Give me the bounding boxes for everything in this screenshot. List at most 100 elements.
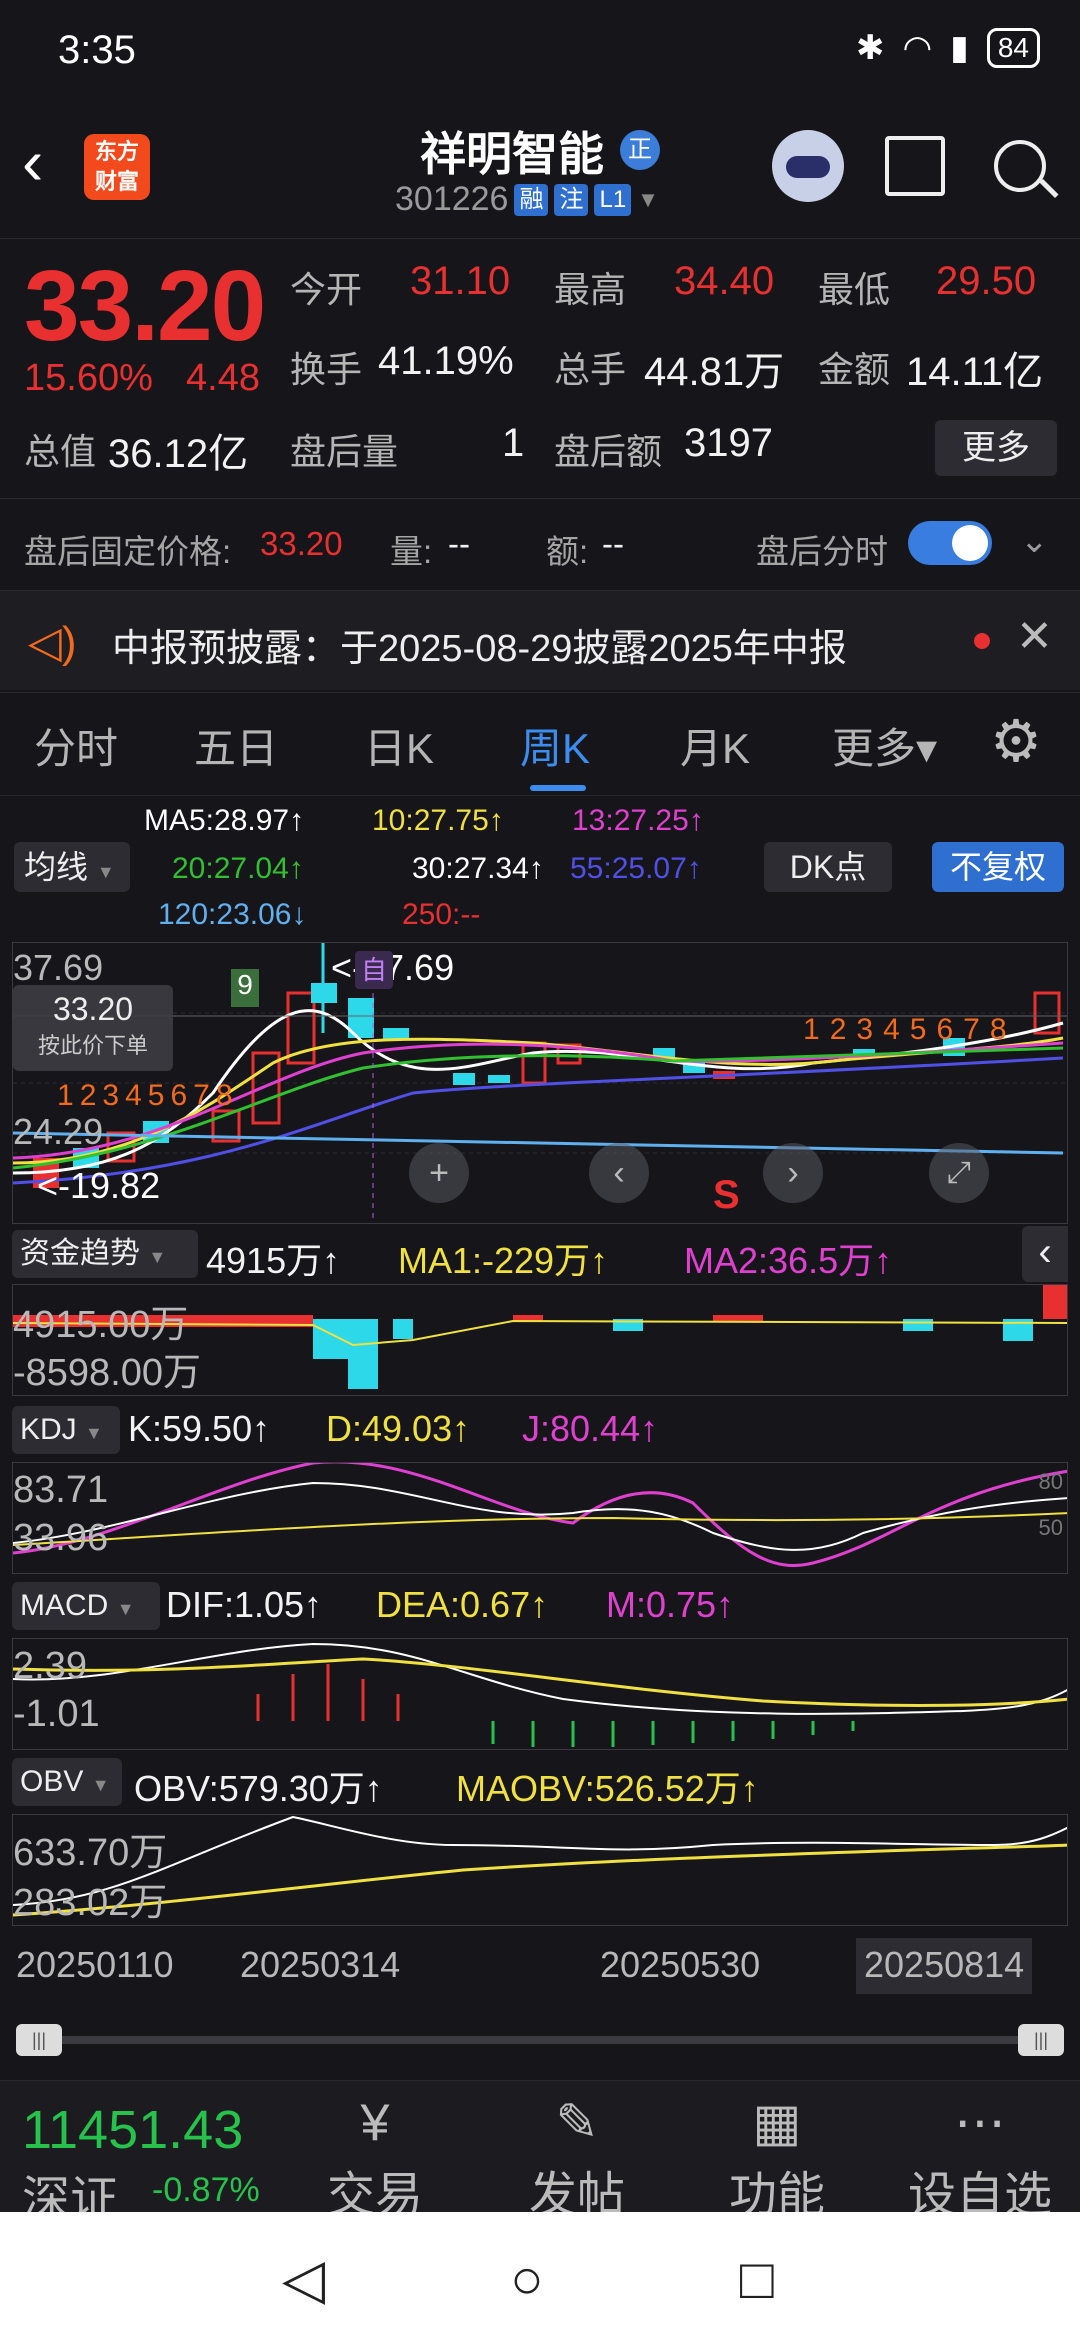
stock-code-row[interactable]: 301226 融 注 L1 ▼	[395, 180, 659, 219]
stock-name: 祥明智能	[420, 128, 604, 180]
no-adjust-button[interactable]: 不复权	[932, 842, 1064, 892]
after-timeshare-toggle[interactable]	[908, 521, 992, 565]
nav-trade[interactable]: ¥ 交易	[310, 2093, 440, 2225]
macd-m: M:0.75↑	[606, 1584, 735, 1625]
scroll-right-icon[interactable]: ›	[763, 1143, 823, 1203]
fund-bar	[348, 1319, 378, 1389]
ma120-line	[13, 1131, 1064, 1155]
ma250-value: 250:--	[402, 898, 481, 931]
expand-chevron-icon[interactable]: ⌄	[1020, 521, 1049, 561]
macd-top-value: 2.39	[13, 1645, 87, 1687]
home-circle-icon[interactable]: ○	[510, 2246, 544, 2311]
tab-five-day[interactable]: 五日	[194, 715, 278, 776]
scroll-left-icon[interactable]: ‹	[589, 1143, 649, 1203]
fund-bar	[903, 1319, 933, 1331]
macd-dif-line	[13, 1642, 1067, 1715]
tab-daily-k[interactable]: 日K	[364, 715, 434, 776]
td-nine-marker: 9	[231, 969, 259, 1007]
fund-trend-chart[interactable]: 4915.00万 -8598.00万	[12, 1284, 1068, 1396]
more-dots-icon: ⋯	[954, 2094, 1006, 2152]
stock-header: ‹ 东方 财富 祥明智能 正 301226 融 注 L1 ▼	[0, 100, 1080, 238]
fund-top-value: 4915.00万	[13, 1304, 189, 1346]
fund-ma1: MA1:-229万↑	[398, 1240, 609, 1281]
after-volume-value: 1	[502, 421, 525, 465]
low-value: 29.50	[936, 259, 1037, 303]
range-slider[interactable]: ||| |||	[16, 2022, 1064, 2058]
macd-button[interactable]: MACD ▼	[12, 1582, 160, 1630]
ma-legend: MA5:28.97↑ 10:27.75↑ 13:27.25↑ 均线 ▼ 20:2…	[0, 796, 1080, 942]
slider-right-handle[interactable]: |||	[1018, 2024, 1064, 2056]
mktcap-value: 36.12亿	[108, 432, 249, 476]
obv-header: OBV ▼ OBV:579.30万↑ MAOBV:526.52万↑	[12, 1752, 1068, 1810]
macd-dif: DIF:1.05↑	[166, 1584, 323, 1625]
zoom-in-icon[interactable]: +	[409, 1143, 469, 1203]
nav-add-watchlist[interactable]: ⋯ 设自选	[900, 2093, 1060, 2225]
dk-point-button[interactable]: DK点	[764, 842, 892, 892]
index-value: 11451.43	[22, 2100, 244, 2160]
kdj-k: K:59.50↑	[128, 1408, 271, 1449]
date-label: 20250530	[600, 1944, 761, 1985]
macd-dea-line	[13, 1657, 1067, 1707]
nav-post[interactable]: ✎ 发帖	[512, 2093, 642, 2225]
positive-badge: 正	[620, 130, 660, 170]
back-triangle-icon[interactable]: ◁	[282, 2246, 325, 2312]
fund-ma2: MA2:36.5万↑	[684, 1240, 893, 1281]
tab-more[interactable]: 更多▾	[832, 715, 937, 776]
macd-bottom-value: -1.01	[13, 1693, 100, 1735]
obv-button[interactable]: OBV ▼	[12, 1758, 122, 1806]
fullscreen-icon[interactable]: ⤢	[929, 1143, 989, 1203]
change-amount: 4.48	[186, 357, 260, 399]
macd-chart[interactable]: 2.39 -1.01	[12, 1638, 1068, 1750]
fund-trend-button[interactable]: 资金趋势 ▼	[12, 1230, 198, 1278]
nav-functions[interactable]: ▦ 功能	[712, 2093, 842, 2225]
fixed-price-label: 盘后固定价格:	[24, 533, 232, 570]
kdj-chart[interactable]: 83.71 33.96 80 50	[12, 1462, 1068, 1574]
eastmoney-logo[interactable]: 东方 财富	[84, 134, 150, 200]
stock-code: 301226	[395, 180, 509, 218]
ma13-value: 13:27.25↑	[572, 804, 704, 837]
notice-banner[interactable]: ◁) 中报预披露：于2025-08-29披露2025年中报 ✕	[0, 590, 1080, 690]
ma-selector-button[interactable]: 均线 ▼	[14, 842, 130, 892]
tab-timeshare[interactable]: 分时	[34, 715, 118, 776]
tab-weekly-k[interactable]: 周K	[520, 715, 590, 776]
trade-icon: ¥	[360, 2094, 390, 2152]
notice-text[interactable]: 中报预披露：于2025-08-29披露2025年中报	[112, 617, 847, 672]
robot-assistant-icon[interactable]	[772, 130, 844, 202]
ma55-line	[13, 1056, 1064, 1185]
kdj-d: D:49.03↑	[326, 1408, 471, 1449]
self-select-marker[interactable]: 自	[355, 951, 393, 989]
volume-label: 总手	[554, 349, 627, 390]
fund-value: 4915万↑	[206, 1240, 341, 1281]
kline-low-marker: <-19.82	[37, 1165, 161, 1206]
close-icon[interactable]: ✕	[1016, 611, 1053, 662]
kdj-svg	[13, 1463, 1067, 1567]
back-icon[interactable]: ‹	[22, 130, 43, 194]
gear-icon[interactable]: ⚙	[990, 707, 1042, 775]
share-icon[interactable]	[885, 136, 945, 196]
kline-chart[interactable]: 37.69 33.20 按此价下单 24.29 <-19.82 <-37.69 …	[12, 942, 1068, 1224]
ma30-value: 30:27.34↑	[412, 852, 544, 885]
obv-line	[13, 1815, 1067, 1906]
macd-svg	[13, 1642, 1067, 1747]
status-bar: 3:35 ✱ ◠ ▮ 84	[0, 0, 1080, 100]
collapse-panel-icon[interactable]: ‹	[1022, 1226, 1068, 1282]
slider-left-handle[interactable]: |||	[16, 2024, 62, 2056]
crosshair-price-tag[interactable]: 33.20 按此价下单	[13, 985, 173, 1071]
search-icon[interactable]	[994, 140, 1046, 192]
obv-chart[interactable]: 633.70万 283.02万	[12, 1814, 1068, 1926]
kdj-button[interactable]: KDJ ▼	[12, 1406, 120, 1454]
ma120-value: 120:23.06↓	[158, 898, 307, 931]
slider-track	[16, 2036, 1064, 2044]
tag-margin: 融	[514, 183, 549, 216]
tab-monthly-k[interactable]: 月K	[680, 715, 750, 776]
after-hours-bar: 盘后固定价格: 33.20 量: -- 额: -- 盘后分时 ⌄	[0, 498, 1080, 588]
fund-bar	[713, 1315, 763, 1321]
quote-panel: 33.20 15.60% 4.48 今开 31.10 最高 34.40 最低 2…	[0, 238, 1080, 498]
index-change: -0.87%	[152, 2171, 260, 2209]
more-quote-button[interactable]: 更多	[935, 420, 1057, 476]
wifi-icon: ◠	[902, 29, 933, 67]
index-ticker[interactable]: 11451.43 深证 -0.87%	[0, 2081, 300, 2226]
signal-icon: ▮	[950, 29, 969, 67]
mktcap-label: 总值	[24, 431, 97, 472]
recents-square-icon[interactable]: □	[740, 2246, 774, 2311]
